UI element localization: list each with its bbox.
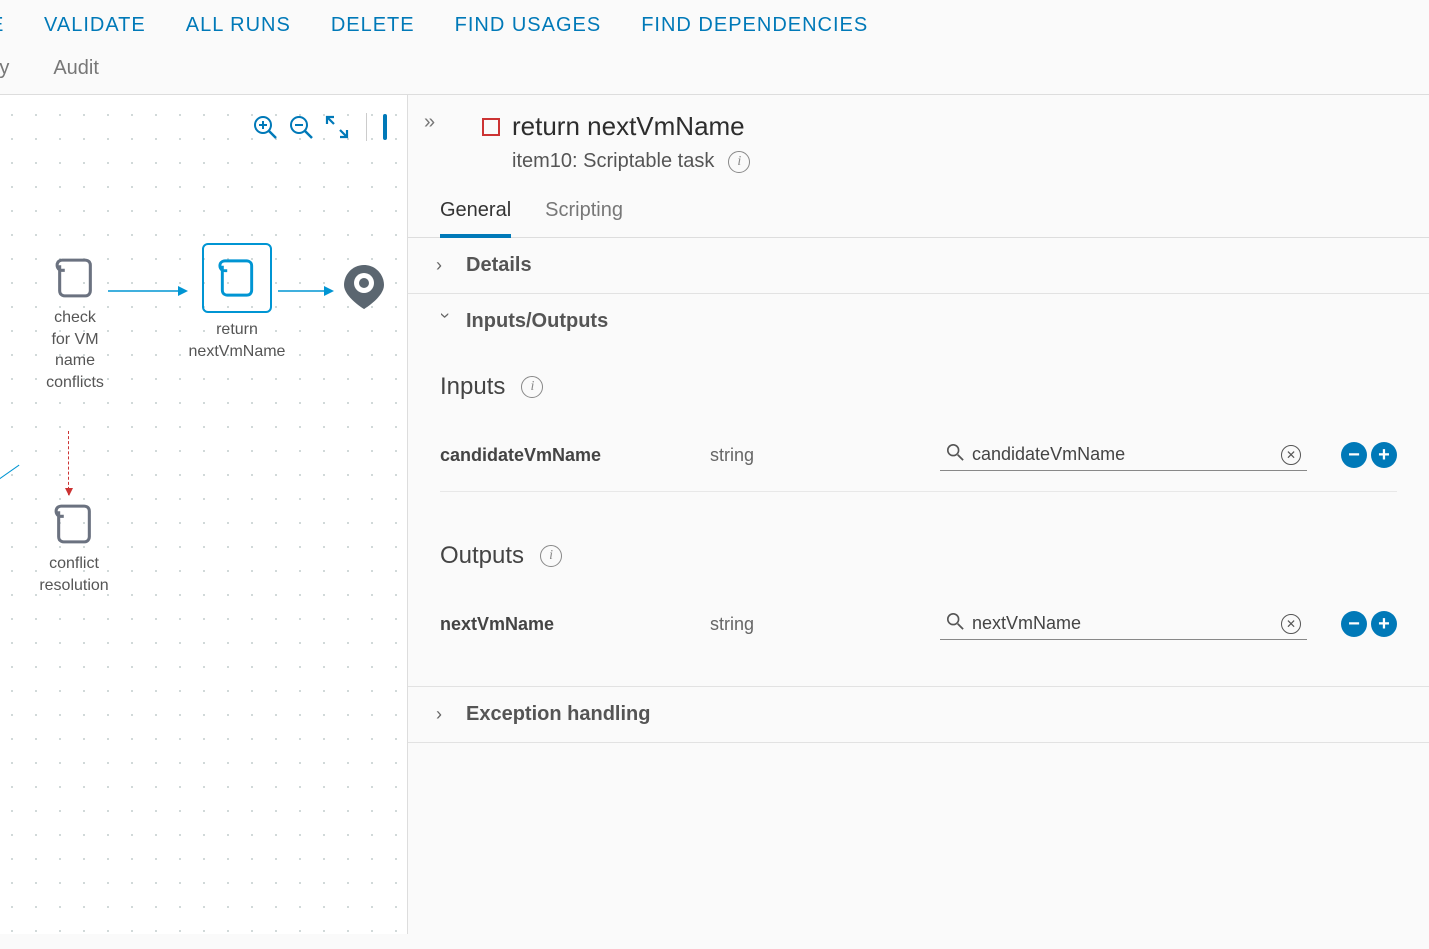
connector-arrow (278, 285, 334, 297)
section-details: › Details (408, 238, 1429, 294)
param-binding-field[interactable]: ✕ (940, 608, 1307, 640)
node-return-nextvmname[interactable]: return nextVmName (182, 243, 292, 362)
inputs-heading: Inputs i (440, 373, 1397, 401)
remove-button[interactable]: − (1341, 442, 1367, 468)
section-title: Inputs/Outputs (466, 310, 608, 333)
chevron-right-icon: › (436, 255, 454, 276)
keyboard-icon[interactable] (383, 116, 387, 139)
info-icon[interactable]: i (521, 376, 543, 398)
section-toggle-details[interactable]: › Details (436, 254, 1401, 277)
section-exception: › Exception handling (408, 687, 1429, 743)
script-icon (52, 255, 98, 301)
all-runs-action[interactable]: ALL RUNS (186, 14, 291, 37)
delete-action[interactable]: DELETE (331, 14, 415, 37)
script-icon (51, 501, 97, 547)
info-icon[interactable]: i (728, 151, 750, 173)
top-toolbar: E VALIDATE ALL RUNS DELETE FIND USAGES F… (0, 0, 1429, 51)
find-dependencies-action[interactable]: FIND DEPENDENCIES (641, 14, 868, 37)
param-binding-field[interactable]: ✕ (940, 439, 1307, 471)
tab-audit[interactable]: Audit (53, 57, 99, 80)
script-icon (202, 243, 272, 313)
chevron-right-icon: › (436, 704, 454, 725)
outputs-heading: Outputs i (440, 542, 1397, 570)
node-label: check for VM name conflicts (30, 307, 120, 393)
section-toggle-io[interactable]: › Inputs/Outputs (436, 310, 1401, 333)
param-binding-input[interactable] (972, 444, 1273, 465)
section-title: Details (466, 254, 532, 277)
toolbar-action-partial[interactable]: E (0, 14, 4, 37)
search-icon (946, 443, 964, 466)
remove-button[interactable]: − (1341, 611, 1367, 637)
input-row: candidateVmName string ✕ − + (440, 433, 1397, 492)
node-conflict-resolution[interactable]: conflict resolution (24, 501, 124, 596)
section-title: Exception handling (466, 703, 650, 726)
toolbar-divider (366, 113, 367, 141)
tab-general[interactable]: General (440, 199, 511, 238)
element-subtitle: item10: Scriptable task (512, 150, 714, 173)
workflow-canvas[interactable]: check for VM name conflicts return nextV… (0, 95, 408, 934)
node-label: return nextVmName (182, 319, 292, 362)
properties-panel: » return nextVmName item10: Scriptable t… (408, 95, 1429, 934)
panel-tabs: General Scripting (408, 179, 1429, 238)
validate-action[interactable]: VALIDATE (44, 14, 146, 37)
find-usages-action[interactable]: FIND USAGES (455, 14, 602, 37)
fit-to-screen-icon[interactable] (324, 114, 350, 140)
info-icon[interactable]: i (540, 545, 562, 567)
zoom-out-icon[interactable] (288, 114, 314, 140)
output-row: nextVmName string ✕ − + (440, 602, 1397, 660)
sub-tabs: tory Audit (0, 51, 1429, 95)
section-toggle-exception[interactable]: › Exception handling (436, 703, 1401, 726)
element-title: return nextVmName (512, 111, 745, 142)
param-type: string (710, 445, 930, 466)
search-icon (946, 612, 964, 635)
section-inputs-outputs: › Inputs/Outputs Inputs i candidateVmNam… (408, 294, 1429, 687)
element-type-icon (482, 118, 500, 136)
tab-history[interactable]: tory (0, 57, 9, 80)
node-check-conflicts[interactable]: check for VM name conflicts (30, 255, 120, 393)
workflow-end-icon[interactable] (338, 261, 390, 313)
collapse-panel-icon[interactable]: » (424, 111, 435, 134)
param-type: string (710, 614, 930, 635)
node-label: conflict resolution (24, 553, 124, 596)
zoom-in-icon[interactable] (252, 114, 278, 140)
panel-header: return nextVmName item10: Scriptable tas… (408, 95, 1429, 179)
chevron-down-icon: › (435, 313, 456, 331)
connector-arrow (108, 285, 188, 297)
canvas-toolbar (252, 113, 387, 141)
clear-icon[interactable]: ✕ (1281, 445, 1301, 465)
connector-arrow-error (68, 431, 69, 495)
add-button[interactable]: + (1371, 611, 1397, 637)
clear-icon[interactable]: ✕ (1281, 614, 1301, 634)
param-name: candidateVmName (440, 445, 700, 466)
param-name: nextVmName (440, 614, 700, 635)
param-binding-input[interactable] (972, 613, 1273, 634)
add-button[interactable]: + (1371, 442, 1397, 468)
tab-scripting[interactable]: Scripting (545, 199, 623, 237)
